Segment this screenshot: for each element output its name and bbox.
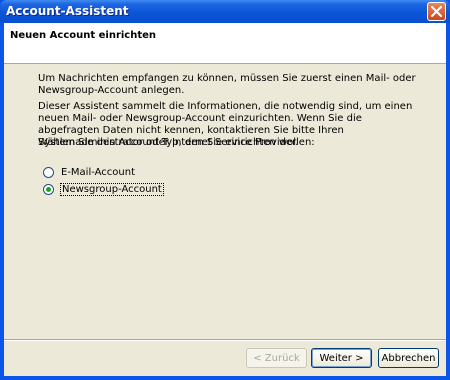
close-icon (431, 6, 442, 17)
close-button[interactable] (427, 2, 446, 21)
intro-text: Um Nachrichten empfangen zu können, müss… (38, 73, 416, 96)
email-account-label[interactable]: E-Mail-Account (60, 167, 136, 178)
page-title: Neuen Account einrichten (10, 30, 157, 41)
title-bar[interactable]: Account-Assistent (0, 0, 450, 23)
newsgroup-account-label[interactable]: Newsgroup-Account (60, 182, 164, 196)
window-title: Account-Assistent (6, 4, 129, 18)
newsgroup-account-option[interactable]: Newsgroup-Account (43, 182, 164, 196)
back-button[interactable]: < Zurück (246, 348, 307, 368)
email-account-option[interactable]: E-Mail-Account (43, 165, 136, 179)
email-account-radio[interactable] (43, 166, 54, 178)
dialog-window: Account-Assistent Neuen Account einricht… (0, 0, 450, 380)
dialog-client-area: Neuen Account einrichten Um Nachrichten … (4, 23, 446, 376)
button-divider (4, 339, 446, 341)
account-type-prompt: Wählen Sie den Account-Typ, den Sie einr… (38, 137, 315, 148)
cancel-button[interactable]: Abbrechen (378, 348, 439, 368)
newsgroup-account-radio[interactable] (43, 183, 54, 195)
wizard-header: Neuen Account einrichten (4, 23, 446, 64)
next-button[interactable]: Weiter > (311, 348, 372, 368)
